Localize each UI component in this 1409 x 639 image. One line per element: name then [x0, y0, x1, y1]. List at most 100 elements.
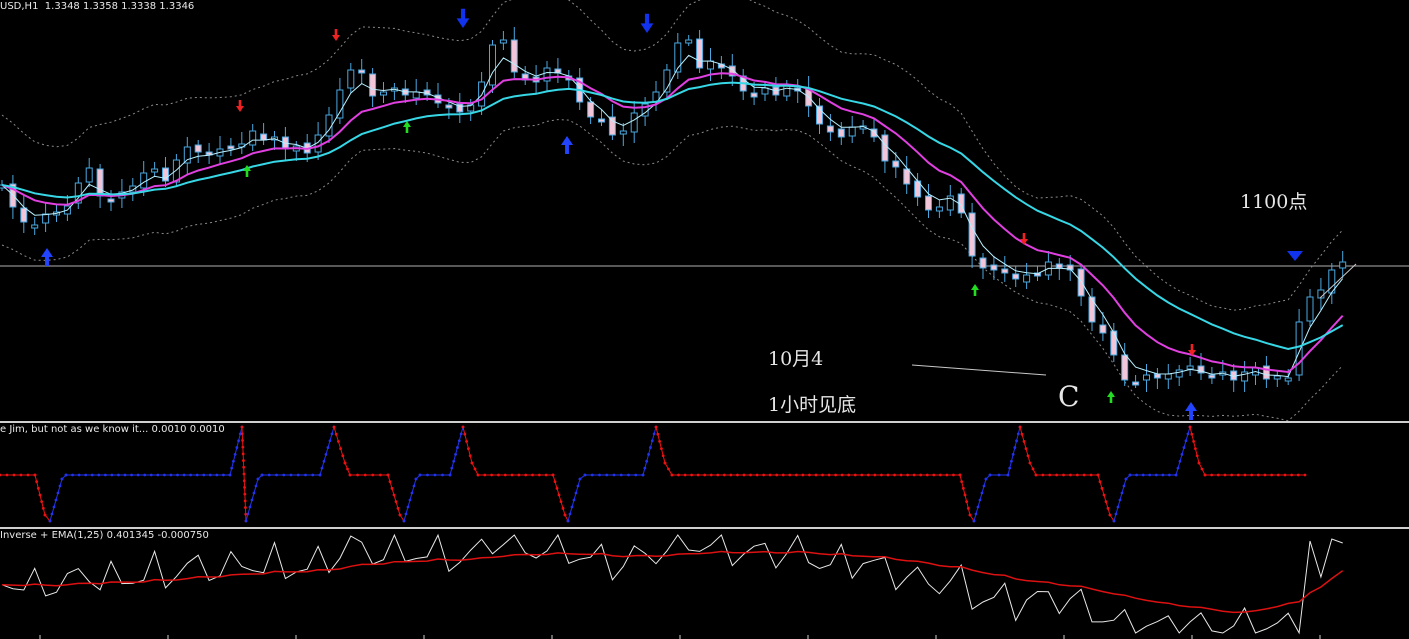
oscillator-dot [363, 473, 367, 477]
indicator2-plot[interactable] [0, 529, 1409, 639]
oscillator-dot [64, 473, 68, 477]
oscillator-dot [1016, 432, 1020, 436]
oscillator-dot [788, 473, 792, 477]
oscillator-dot [612, 473, 616, 477]
oscillator-dot [441, 473, 444, 477]
oscillator-dot [58, 484, 62, 488]
candle-body [96, 168, 104, 197]
candle-body [499, 39, 507, 44]
candle-body [1186, 365, 1194, 370]
oscillator-dot [1114, 512, 1118, 516]
oscillator-dot [641, 473, 645, 477]
oscillator-dot [473, 467, 477, 471]
oscillator-dot [667, 467, 670, 471]
oscillator-dot [242, 459, 245, 462]
oscillator-dot [966, 506, 970, 510]
candle-body [1121, 354, 1129, 381]
oscillator-dot [339, 447, 342, 450]
oscillator-line [1113, 426, 1191, 522]
oscillator-dot [240, 432, 244, 436]
oscillator-dot [517, 473, 521, 477]
oscillator-dot [398, 513, 402, 517]
oscillator-dot [149, 473, 153, 477]
oscillator-dot [627, 473, 630, 477]
oscillator-dot [406, 505, 410, 509]
oscillator-dot [304, 473, 307, 477]
oscillator-dot [634, 473, 638, 477]
symbol-timeframe: USD,H1 [0, 1, 39, 12]
oscillator-dot [426, 473, 429, 477]
price-chart-pane[interactable]: USD,H1 1.3348 1.3358 1.3338 1.3346 1100点… [0, 0, 1409, 421]
indicator2-pane[interactable]: Inverse + EMA(1,25) 0.401345 -0.000750 [0, 529, 1409, 639]
oscillator-dot [328, 439, 332, 443]
oscillator-dot [52, 505, 56, 509]
oscillator-dot [531, 473, 534, 477]
oscillator-dot [544, 473, 548, 477]
price-chart[interactable] [0, 0, 1409, 421]
ema-line [1, 550, 1344, 614]
oscillator-dot [1034, 473, 1038, 477]
oscillator-dot [346, 467, 349, 471]
oscillator-dot [794, 473, 798, 477]
buy-arrow-icon [403, 121, 411, 133]
candle-body [696, 38, 704, 69]
oscillator-dot [1055, 473, 1059, 477]
oscillator-dot [768, 473, 772, 477]
oscillator-dot [1210, 473, 1214, 477]
oscillator-dot [677, 473, 680, 477]
indicator1-plot[interactable] [0, 423, 1409, 527]
oscillator-dot [189, 473, 193, 477]
candle-body [1284, 377, 1292, 382]
candle-body [826, 125, 834, 133]
oscillator-dot [394, 500, 398, 504]
oscillator-dot [43, 513, 47, 517]
oscillator-dot [402, 519, 406, 523]
oscillator-dot [465, 440, 468, 443]
oscillator-dot [324, 453, 328, 456]
sell-arrow-icon [640, 13, 654, 34]
oscillator-dot [256, 477, 260, 481]
oscillator-dot [1263, 473, 1267, 477]
oscillator-dot [919, 473, 923, 477]
oscillator-dot [938, 473, 942, 477]
candle-body [140, 172, 148, 189]
wave-label: C [1058, 380, 1080, 413]
oscillator-dot [454, 453, 457, 456]
oscillator-dot [1020, 432, 1024, 436]
candle-body [1088, 296, 1096, 323]
oscillator-dot [709, 473, 713, 477]
oscillator-dot [19, 473, 23, 477]
oscillator-dot [1013, 446, 1017, 449]
oscillator-dot [847, 473, 851, 477]
indicator1-pane[interactable]: e Jim, but not as we know it... 0.0010 0… [0, 423, 1409, 527]
oscillator-dot [605, 473, 609, 477]
oscillator-dot [749, 473, 752, 477]
oscillator-dot [123, 473, 127, 477]
candle-body [750, 92, 758, 98]
oscillator-dot [1024, 447, 1028, 450]
oscillator-dot [576, 484, 580, 488]
oscillator-dot [450, 466, 454, 470]
candle-body [892, 160, 900, 168]
oscillator-dot [683, 473, 687, 477]
oscillator-dot [722, 473, 726, 477]
oscillator-line [403, 426, 464, 522]
oscillator-dot [703, 473, 707, 477]
oscillator-dot [41, 506, 45, 510]
oscillator-dot [1026, 454, 1030, 458]
oscillator-dot [762, 473, 766, 477]
oscillator-dot [645, 459, 649, 463]
buy-arrow-icon [561, 136, 573, 154]
buy-arrow-icon [1107, 391, 1115, 403]
oscillator-dot [5, 473, 9, 477]
candle-body [707, 60, 714, 70]
buy-arrow-icon [1185, 402, 1197, 420]
oscillator-dot [56, 491, 60, 495]
oscillator-dot [215, 473, 219, 477]
candle-body [260, 133, 268, 141]
oscillator-dot [886, 473, 890, 477]
oscillator-dot [912, 473, 916, 477]
oscillator-dot [40, 500, 44, 504]
candle-body [510, 39, 518, 73]
candle-body [587, 101, 595, 118]
